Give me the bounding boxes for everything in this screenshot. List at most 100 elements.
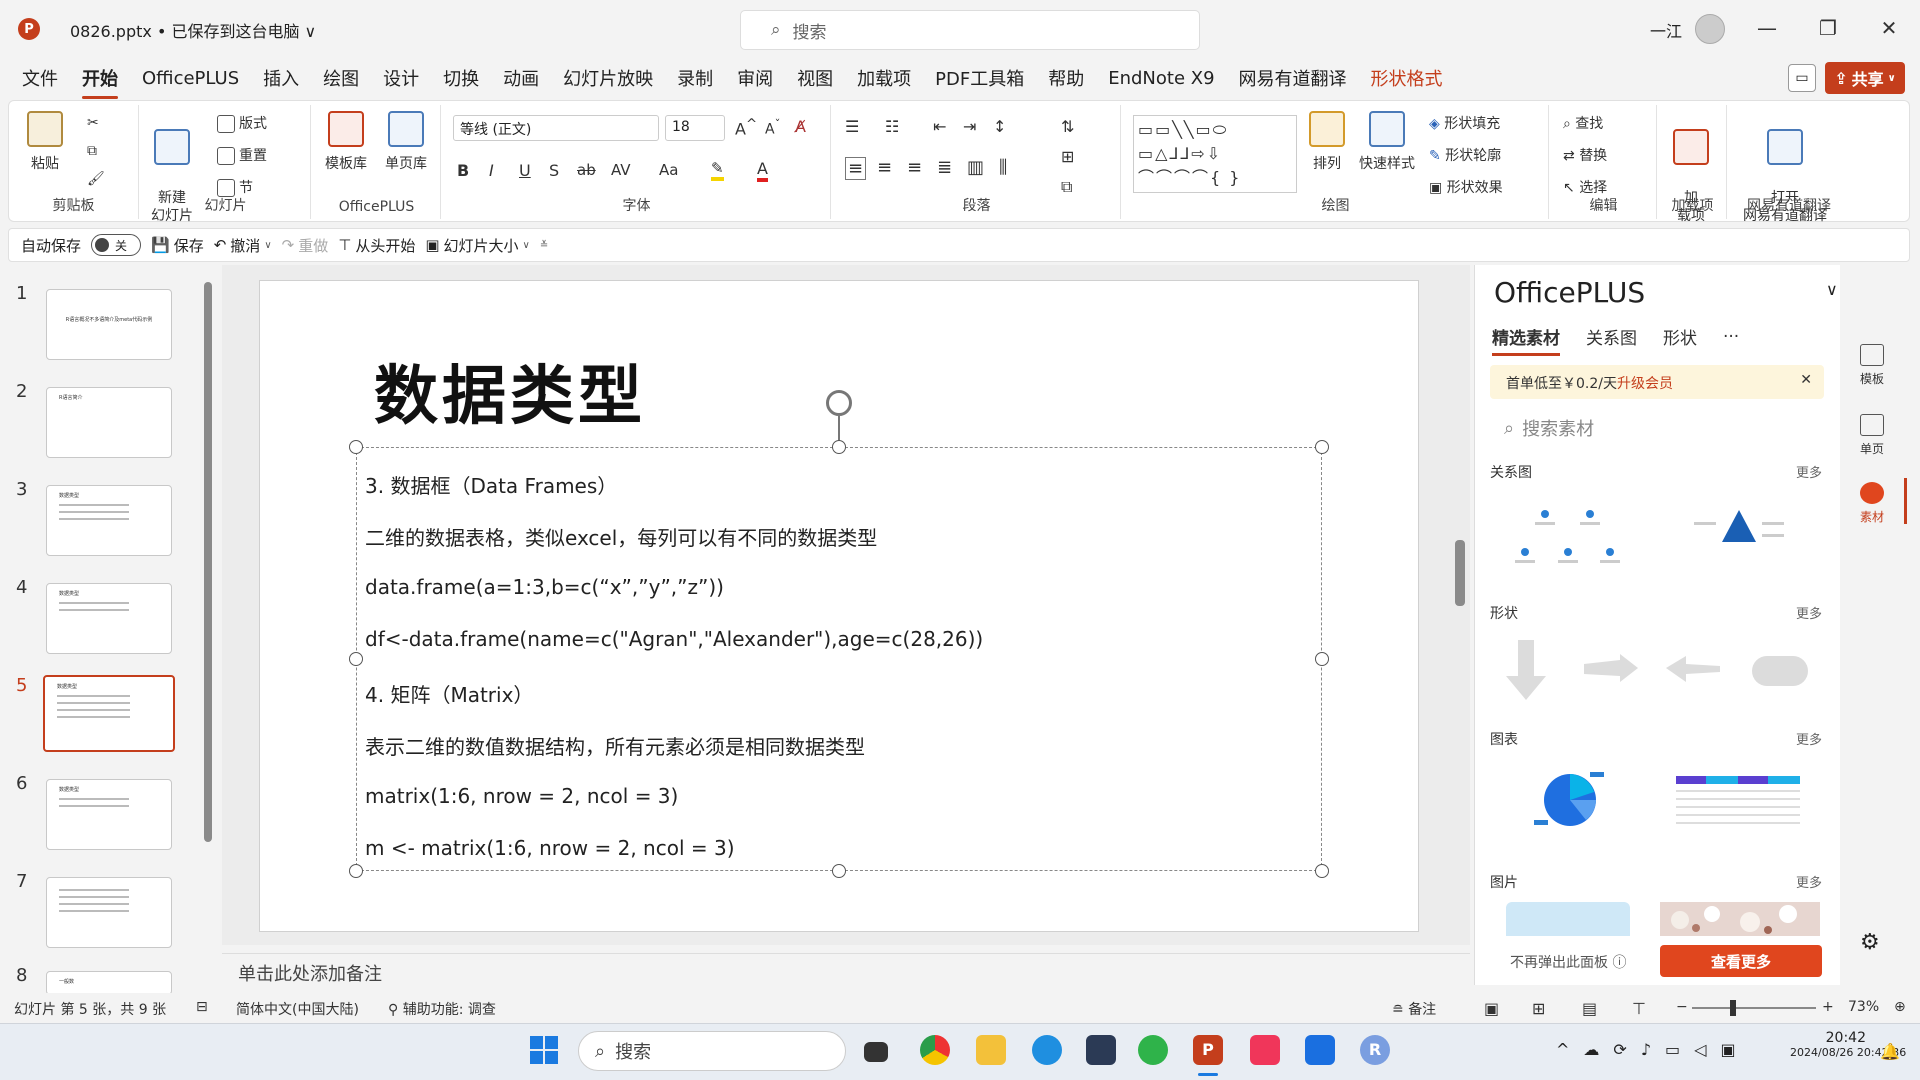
bold-button[interactable]: B <box>457 161 469 180</box>
resize-handle-bottom[interactable] <box>832 864 846 878</box>
diagram-preview-2[interactable] <box>1684 500 1794 560</box>
single-page-library-button[interactable]: 单页库 <box>385 111 427 173</box>
normal-view-icon[interactable]: ▣ <box>1484 999 1499 1018</box>
arrange-button[interactable]: 排列 <box>1309 111 1345 173</box>
upgrade-link[interactable]: 升级会员 <box>1617 376 1673 392</box>
resize-handle-left[interactable] <box>349 652 363 666</box>
decrease-indent-icon[interactable]: ⇤ <box>933 117 946 136</box>
rail-materials[interactable]: 素材 <box>1850 482 1894 525</box>
strikethrough-button[interactable]: ab <box>577 161 596 179</box>
save-button[interactable]: 💾 保存 <box>151 235 204 256</box>
notification-icon[interactable]: 🔔 <box>1880 1042 1900 1061</box>
minimize-button[interactable]: — <box>1752 16 1782 40</box>
image-preview-2[interactable] <box>1660 902 1820 936</box>
chevron-down-icon[interactable]: ∨ <box>1826 280 1838 299</box>
menu-review[interactable]: 审阅 <box>737 65 773 91</box>
slide-thumbnail-1[interactable]: R语言概况不多语简介及meta代码示例 <box>46 289 172 360</box>
select-button[interactable]: ↖ 选择 <box>1563 177 1607 197</box>
image-preview-1[interactable] <box>1506 902 1630 936</box>
wechat-icon[interactable] <box>1138 1035 1168 1065</box>
align-right-icon[interactable]: ≡ <box>907 157 922 178</box>
slide-size-button[interactable]: ▣ 幻灯片大小 ∨ <box>425 235 530 256</box>
menu-home[interactable]: 开始 <box>82 65 118 99</box>
resize-handle-top-right[interactable] <box>1315 440 1329 454</box>
material-search-input[interactable]: ⌕ 搜索素材 <box>1494 410 1820 446</box>
slide-thumbnail-2[interactable]: R语言简介 <box>46 387 172 458</box>
tab-featured[interactable]: 精选素材 <box>1492 324 1560 356</box>
powerpoint-taskbar-icon[interactable]: P <box>1193 1035 1223 1065</box>
chrome-icon[interactable] <box>920 1035 950 1065</box>
layout-button[interactable]: 版式 <box>217 113 267 133</box>
menu-record[interactable]: 录制 <box>677 65 713 91</box>
taskbar-clock[interactable]: 20:42 2024/08/26 20:42:36 <box>1790 1030 1906 1059</box>
quick-style-button[interactable]: 快速样式 <box>1359 111 1415 173</box>
slide-text-line[interactable]: 表示二维的数值数据结构，所有元素必须是相同数据类型 <box>365 731 865 760</box>
numbering-icon[interactable]: ☷ <box>885 117 899 136</box>
tab-diagrams[interactable]: 关系图 <box>1586 324 1637 349</box>
slide-thumbnail-8[interactable]: 一般数 <box>46 971 172 995</box>
resize-handle-bottom-left[interactable] <box>349 864 363 878</box>
menu-insert[interactable]: 插入 <box>263 65 299 91</box>
slide-text-line[interactable]: data.frame(a=1:3,b=c(“x”,”y”,”z”)) <box>365 575 724 599</box>
menu-shape-format[interactable]: 形状格式 <box>1371 65 1443 91</box>
slide-text-line[interactable]: 3. 数据框（Data Frames） <box>365 470 617 499</box>
view-more-button[interactable]: 查看更多 <box>1660 945 1822 977</box>
diagram-preview-1[interactable] <box>1510 500 1620 570</box>
restore-button[interactable]: ❐ <box>1813 16 1843 40</box>
menu-help[interactable]: 帮助 <box>1048 65 1084 91</box>
menu-view[interactable]: 视图 <box>797 65 833 91</box>
zoom-level[interactable]: 73% <box>1848 999 1879 1015</box>
text-direction-icon[interactable]: ⇅ <box>1061 117 1074 136</box>
menu-design[interactable]: 设计 <box>383 65 419 91</box>
autosave-toggle[interactable]: 关 <box>91 234 142 256</box>
shape-outline-button[interactable]: ✎ 形状轮廓 <box>1429 145 1501 165</box>
italic-button[interactable]: I <box>489 161 494 180</box>
bullets-icon[interactable]: ☰ <box>845 117 859 136</box>
increase-font-icon[interactable]: A^ <box>735 117 757 138</box>
font-family-select[interactable]: 等线 (正文) <box>453 115 659 141</box>
slide-scrollbar[interactable] <box>1455 540 1465 606</box>
tab-more[interactable]: ··· <box>1723 327 1739 347</box>
format-painter-icon[interactable]: 🖌 <box>87 171 105 187</box>
share-button[interactable]: ⇪ 共享 ∨ <box>1825 62 1905 94</box>
customize-qat-icon[interactable]: ≚ <box>540 240 548 251</box>
align-left-icon[interactable]: ≡ <box>845 157 867 180</box>
thumbnail-scrollbar[interactable] <box>204 282 212 842</box>
resize-handle-bottom-right[interactable] <box>1315 864 1329 878</box>
music-icon[interactable] <box>1250 1035 1280 1065</box>
slide-text-line[interactable]: 4. 矩阵（Matrix） <box>365 679 533 708</box>
close-button[interactable]: ✕ <box>1874 16 1904 40</box>
decrease-font-icon[interactable]: Aˇ <box>765 117 780 138</box>
columns-icon[interactable]: ⫼ <box>999 157 1007 178</box>
find-button[interactable]: ⌕ 查找 <box>1563 113 1603 133</box>
line-spacing-icon[interactable]: ↕ <box>993 117 1006 136</box>
align-center-icon[interactable]: ≡ <box>877 157 892 178</box>
language-status[interactable]: 简体中文(中国大陆) <box>236 999 359 1019</box>
menu-endnote[interactable]: EndNote X9 <box>1108 68 1214 89</box>
app-cat-icon[interactable] <box>1086 1035 1116 1065</box>
fit-slide-icon[interactable]: ⊕ <box>1894 999 1906 1015</box>
cut-icon[interactable]: ✂ <box>87 115 99 131</box>
system-tray-icons[interactable]: ^☁⟳♪▭◁▣ <box>1556 1040 1750 1059</box>
reset-button[interactable]: 重置 <box>217 145 267 165</box>
char-spacing-button[interactable]: AV <box>611 161 631 179</box>
accessibility-status[interactable]: ⚲ 辅助功能: 调查 <box>388 999 496 1019</box>
resize-handle-right[interactable] <box>1315 652 1329 666</box>
gear-icon[interactable]: ⚙ <box>1860 930 1880 955</box>
more-link[interactable]: 更多 <box>1796 729 1822 748</box>
shape-curved-arrow-preview[interactable] <box>1584 654 1638 686</box>
image-app-icon[interactable] <box>1305 1035 1335 1065</box>
shape-left-arrow-preview[interactable] <box>1666 654 1720 686</box>
smartart-icon[interactable]: ⧉ <box>1061 177 1072 197</box>
dont-show-panel-link[interactable]: 不再弹出此面板 ⓘ <box>1510 952 1626 972</box>
zoom-in-icon[interactable]: + <box>1822 999 1834 1015</box>
start-from-beginning-button[interactable]: ⊤ 从头开始 <box>338 235 415 256</box>
edge-icon[interactable] <box>1032 1035 1062 1065</box>
highlight-icon[interactable]: ✎ <box>711 159 724 181</box>
taskbar-search[interactable]: ⌕ 搜索 <box>578 1031 846 1071</box>
section-button[interactable]: 节 <box>217 177 253 197</box>
font-color-icon[interactable]: A <box>757 159 768 182</box>
menu-animations[interactable]: 动画 <box>503 65 539 91</box>
menu-pdf-toolbox[interactable]: PDF工具箱 <box>935 65 1024 91</box>
undo-button[interactable]: ↶ 撤消 ∨ <box>214 235 272 256</box>
